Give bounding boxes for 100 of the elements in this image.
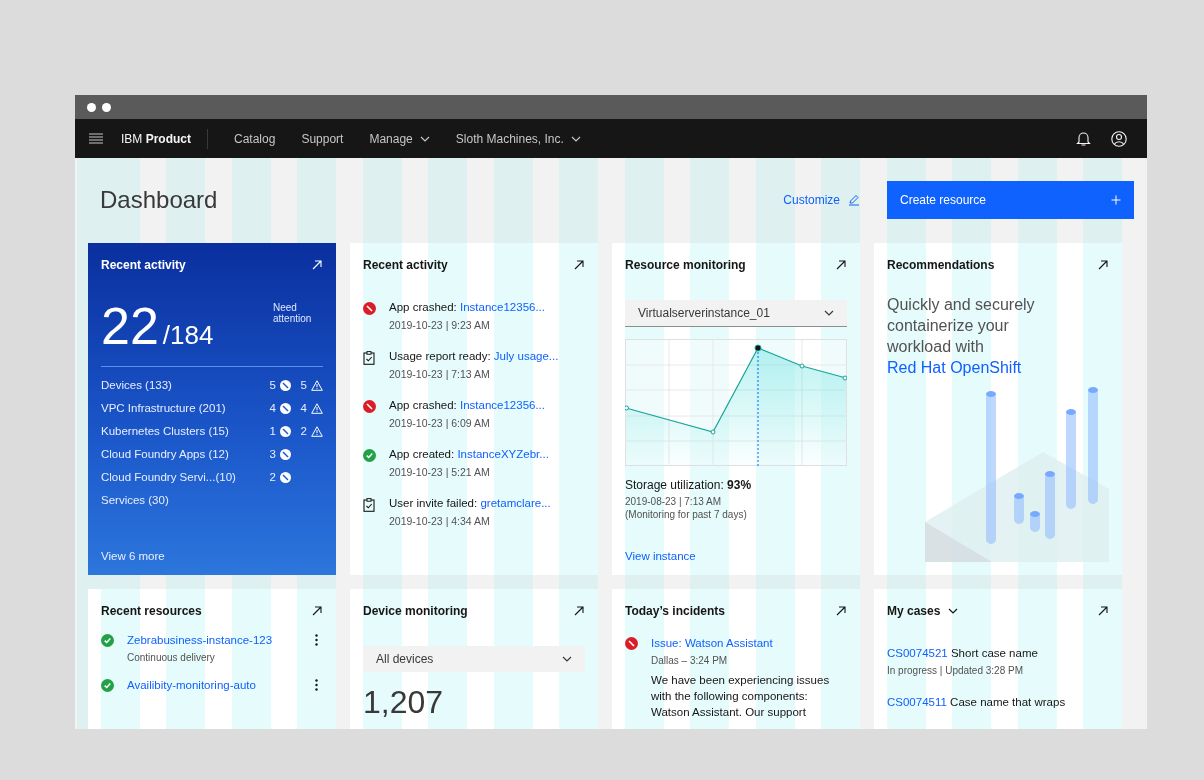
blocked-icon — [280, 379, 291, 391]
activity-text: User invite failed: gretamclare... — [389, 497, 552, 509]
warning-count: 5 — [300, 379, 307, 391]
blocked-icon — [280, 402, 291, 414]
category-label: Cloud Foundry Apps (12) — [101, 448, 230, 460]
overflow-menu-icon[interactable] — [314, 679, 318, 691]
overflow-menu-icon[interactable] — [314, 634, 318, 646]
blocked-icon — [280, 471, 291, 483]
case-title: CS0074511 Case name that wraps — [887, 696, 1067, 708]
edit-icon — [848, 194, 860, 206]
incident-link[interactable]: Issue: Watson Assistant — [651, 637, 847, 649]
error-icon — [625, 637, 638, 650]
resource-link[interactable]: Zebrabusiness-instance-123 — [127, 634, 309, 646]
category-label: Services (30) — [101, 494, 170, 506]
case-link[interactable]: CS0074521 — [887, 647, 948, 659]
card-title: Device monitoring — [363, 604, 468, 618]
device-count: 1,207 — [363, 684, 445, 721]
attention-count: 22 — [101, 297, 159, 355]
instance-dropdown[interactable]: Virtualserverinstance_01 — [625, 300, 847, 327]
window-dots-icon — [87, 102, 111, 112]
activity-text: App crashed: Instance12356... — [389, 301, 546, 313]
total-count: /184 — [162, 320, 214, 350]
notification-icon[interactable] — [1076, 130, 1091, 147]
activity-time: 2019-10-23 | 7:13 AM — [389, 368, 491, 380]
monitoring-note: (Monitoring for past 7 days) — [625, 509, 748, 520]
card-title: Recommendations — [887, 258, 995, 272]
arrow-up-right-icon[interactable] — [573, 605, 585, 617]
warning-icon — [311, 379, 323, 391]
activity-text: Usage report ready: July usage... — [389, 350, 560, 362]
error-count: 3 — [269, 448, 276, 460]
warning-icon — [311, 402, 323, 414]
incident-description: We have been experiencing issues with the following components: Watson Assistant. Our support — [651, 673, 831, 720]
clipboard-icon — [363, 351, 375, 365]
error-icon — [363, 400, 376, 413]
page-title: Dashboard — [100, 186, 219, 214]
nav-item[interactable]: Manage — [369, 131, 430, 146]
card-title: My cases — [887, 604, 941, 618]
nav-item[interactable]: Support — [301, 131, 344, 146]
arrow-up-right-icon[interactable] — [1097, 259, 1109, 271]
create-resource-button[interactable]: Create resource — [887, 181, 1134, 219]
timestamp: 2019-08-23 | 7:13 AM — [625, 496, 722, 507]
add-icon — [1111, 195, 1121, 205]
card-title: Recent activity — [363, 258, 448, 272]
menu-icon[interactable] — [89, 133, 103, 144]
user-avatar-icon[interactable] — [1111, 130, 1127, 147]
case-status: In progress | Updated 3:28 PM — [887, 665, 1024, 676]
card-title: Resource monitoring — [625, 258, 746, 272]
category-label: VPC Infrastructure (201) — [101, 402, 227, 414]
activity-text: App created: InstanceXYZebr... — [389, 448, 550, 460]
count-label: Need attention — [273, 302, 313, 326]
activity-time: 2019-10-23 | 6:09 AM — [389, 417, 491, 429]
success-icon — [363, 449, 376, 462]
success-icon — [101, 679, 114, 692]
case-link[interactable]: CS0074511 — [887, 696, 947, 708]
activity-link[interactable]: Instance12356... — [459, 399, 545, 411]
activity-time: 2019-10-23 | 9:23 AM — [389, 319, 491, 331]
activity-link[interactable]: Instance12356... — [459, 301, 545, 313]
card-title: Today’s incidents — [625, 604, 726, 618]
chevron-down-icon — [562, 656, 572, 662]
product-name[interactable]: IBM Product — [121, 128, 208, 149]
card-title: Recent resources — [101, 604, 202, 618]
incident-meta: Dallas – 3:24 PM — [651, 655, 729, 666]
category-label: Kubernetes Clusters (15) — [101, 425, 230, 437]
arrow-up-right-icon[interactable] — [1097, 605, 1109, 617]
recommendation-text: Quickly and securely containerize your workload with Red Hat OpenShift — [887, 295, 1036, 378]
openshift-link[interactable]: Red Hat OpenShift — [887, 359, 1022, 376]
blocked-icon — [280, 448, 291, 460]
activity-time: 2019-10-23 | 4:34 AM — [389, 515, 491, 527]
error-count: 4 — [269, 402, 276, 414]
warning-count: 2 — [300, 425, 307, 437]
customize-link[interactable]: Customize — [783, 193, 860, 207]
activity-link[interactable]: July usage... — [493, 350, 559, 362]
device-dropdown[interactable]: All devices — [363, 646, 585, 672]
error-count: 2 — [269, 471, 276, 483]
clipboard-icon — [363, 498, 375, 512]
resource-type: Continuous delivery — [127, 652, 216, 663]
warning-icon — [311, 425, 323, 437]
nav-item[interactable]: Catalog — [234, 131, 276, 146]
view-more-link[interactable]: View 6 more — [101, 550, 323, 562]
resource-link[interactable]: Availibity-monitoring-auto — [127, 679, 309, 691]
chevron-down-icon[interactable] — [948, 608, 959, 614]
card-title: Recent activity — [101, 258, 186, 272]
arrow-up-right-icon[interactable] — [835, 259, 847, 271]
activity-text: App crashed: Instance12356... — [389, 399, 546, 411]
case-title: CS0074521 Short case name — [887, 647, 1039, 659]
activity-link[interactable]: gretamclare... — [480, 497, 551, 509]
warning-count: 4 — [300, 402, 307, 414]
error-icon — [363, 302, 376, 315]
nav-item[interactable]: Sloth Machines, Inc. — [455, 131, 581, 146]
arrow-up-right-icon[interactable] — [311, 605, 323, 617]
view-instance-link[interactable]: View instance — [625, 550, 847, 562]
activity-link[interactable]: InstanceXYZebr... — [457, 448, 549, 460]
activity-time: 2019-10-23 | 5:21 AM — [389, 466, 491, 478]
arrow-up-right-icon[interactable] — [573, 259, 585, 271]
blocked-icon — [280, 425, 291, 437]
arrow-up-right-icon[interactable] — [835, 605, 847, 617]
category-label: Devices (133) — [101, 379, 173, 391]
error-count: 1 — [269, 425, 276, 437]
chevron-down-icon — [824, 310, 834, 316]
success-icon — [101, 634, 114, 647]
